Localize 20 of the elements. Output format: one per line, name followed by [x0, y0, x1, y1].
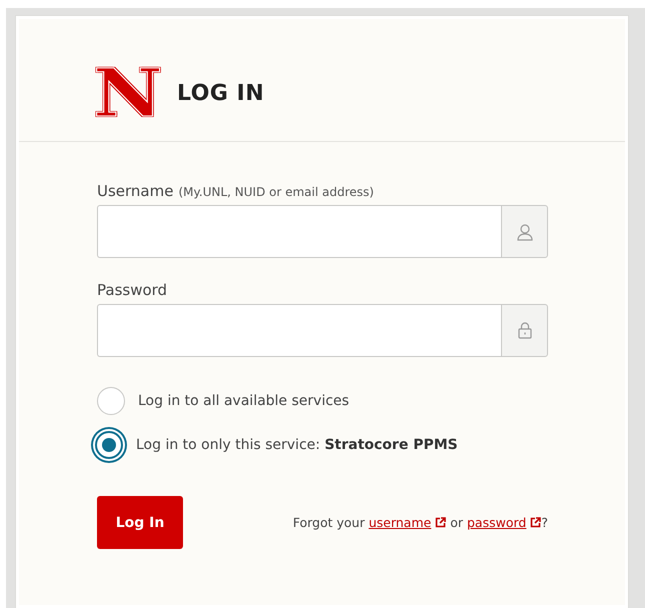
option-label: Log in to only this service: Stratocore PPMS	[136, 437, 458, 453]
radio-button[interactable]	[97, 387, 125, 415]
external-link-icon	[435, 517, 446, 528]
field-label: Username	[97, 182, 174, 200]
input-field[interactable]	[97, 304, 501, 357]
field-hint: (My.UNL, NUID or email address)	[178, 185, 374, 199]
page-title: LOG IN	[177, 80, 264, 106]
option-label: Log in to all available services	[138, 393, 350, 409]
forgot-text: or	[450, 515, 463, 530]
input-field[interactable]	[97, 205, 501, 258]
password-link[interactable]: password	[467, 515, 526, 530]
lock-icon	[518, 322, 532, 339]
field-label: Password	[97, 281, 168, 299]
user-icon	[516, 222, 532, 240]
login-button[interactable]: Log In	[97, 496, 183, 549]
username-link[interactable]: username	[368, 515, 432, 530]
logo: N	[92, 62, 164, 124]
external-link-icon	[530, 517, 542, 528]
forgot-text: ?	[541, 515, 548, 530]
forgot-text: Forgot your	[292, 515, 365, 530]
